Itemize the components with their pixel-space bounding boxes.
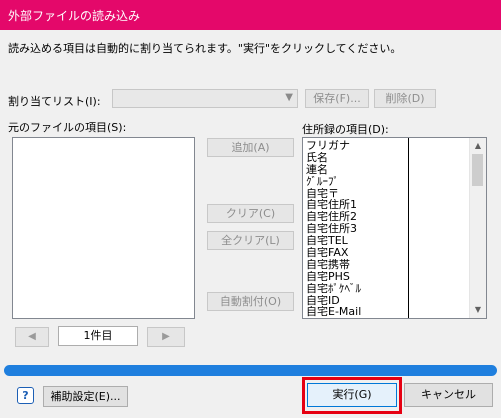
chevron-down-icon: ▼: [285, 92, 293, 103]
help-icon[interactable]: ?: [17, 387, 34, 404]
address-fields-list[interactable]: フリガナ 氏名 連名 ｸﾞﾙｰﾌﾟ 自宅〒 自宅住所1 自宅住所2 自宅住所3 …: [302, 137, 487, 319]
next-page-button[interactable]: ▶: [147, 327, 185, 347]
title-bar: 外部ファイルの読み込み: [0, 0, 501, 30]
save-button[interactable]: 保存(F)...: [305, 89, 369, 108]
page-indicator: 1件目: [58, 326, 138, 346]
list-item[interactable]: 連名: [306, 164, 406, 176]
list-item[interactable]: 自宅PHS: [306, 271, 406, 283]
auto-assign-button[interactable]: 自動割付(O): [207, 292, 294, 311]
progress-bar: [4, 365, 497, 376]
scroll-thumb[interactable]: [472, 154, 483, 186]
triangle-right-icon: ▶: [162, 331, 170, 342]
list-item[interactable]: ｸﾞﾙｰﾌﾟ: [306, 176, 406, 188]
list-item[interactable]: 自宅ﾎﾟｹﾍﾞﾙ: [306, 283, 406, 295]
source-fields-list[interactable]: [12, 137, 195, 319]
clear-all-button[interactable]: 全クリア(L): [207, 231, 294, 250]
add-button[interactable]: 追加(A): [207, 138, 294, 157]
list-item[interactable]: 自宅住所2: [306, 211, 406, 223]
list-item[interactable]: 自宅携帯: [306, 259, 406, 271]
aux-settings-button[interactable]: 補助設定(E)...: [43, 386, 128, 407]
clear-button[interactable]: クリア(C): [207, 204, 294, 223]
list-item[interactable]: 自宅住所3: [306, 223, 406, 235]
import-dialog: 外部ファイルの読み込み 読み込める項目は自動的に割り当てられます。"実行"をクリ…: [0, 0, 501, 418]
highlight-box: [302, 377, 402, 414]
list-item[interactable]: 自宅E-Mail: [306, 306, 406, 318]
column-divider: [408, 138, 409, 318]
address-list-scrollbar[interactable]: ▲ ▼: [469, 138, 486, 318]
list-item[interactable]: 氏名: [306, 152, 406, 164]
assign-list-label: 割り当てリスト(I):: [8, 95, 101, 108]
prev-page-button[interactable]: ◀: [15, 327, 49, 347]
scroll-down-icon[interactable]: ▼: [470, 302, 486, 318]
instruction-text: 読み込める項目は自動的に割り当てられます。"実行"をクリックしてください。: [8, 42, 402, 55]
source-fields-label: 元のファイルの項目(S):: [8, 121, 127, 134]
cancel-button[interactable]: キャンセル: [404, 383, 493, 407]
address-fields-label: 住所録の項目(D):: [302, 123, 389, 136]
list-item[interactable]: 自宅ID: [306, 295, 406, 307]
delete-button[interactable]: 削除(D): [374, 89, 436, 108]
assign-list-dropdown[interactable]: ▼: [112, 89, 298, 108]
scroll-up-icon[interactable]: ▲: [470, 138, 486, 154]
list-item[interactable]: フリガナ: [306, 140, 406, 152]
window-title: 外部ファイルの読み込み: [8, 9, 141, 23]
list-item[interactable]: 自宅住所1: [306, 199, 406, 211]
list-item[interactable]: 自宅TEL: [306, 235, 406, 247]
list-item[interactable]: 自宅〒: [306, 188, 406, 200]
triangle-left-icon: ◀: [28, 331, 36, 342]
list-item[interactable]: 自宅FAX: [306, 247, 406, 259]
address-fields-items: フリガナ 氏名 連名 ｸﾞﾙｰﾌﾟ 自宅〒 自宅住所1 自宅住所2 自宅住所3 …: [306, 140, 406, 318]
help-glyph: ?: [22, 389, 29, 402]
